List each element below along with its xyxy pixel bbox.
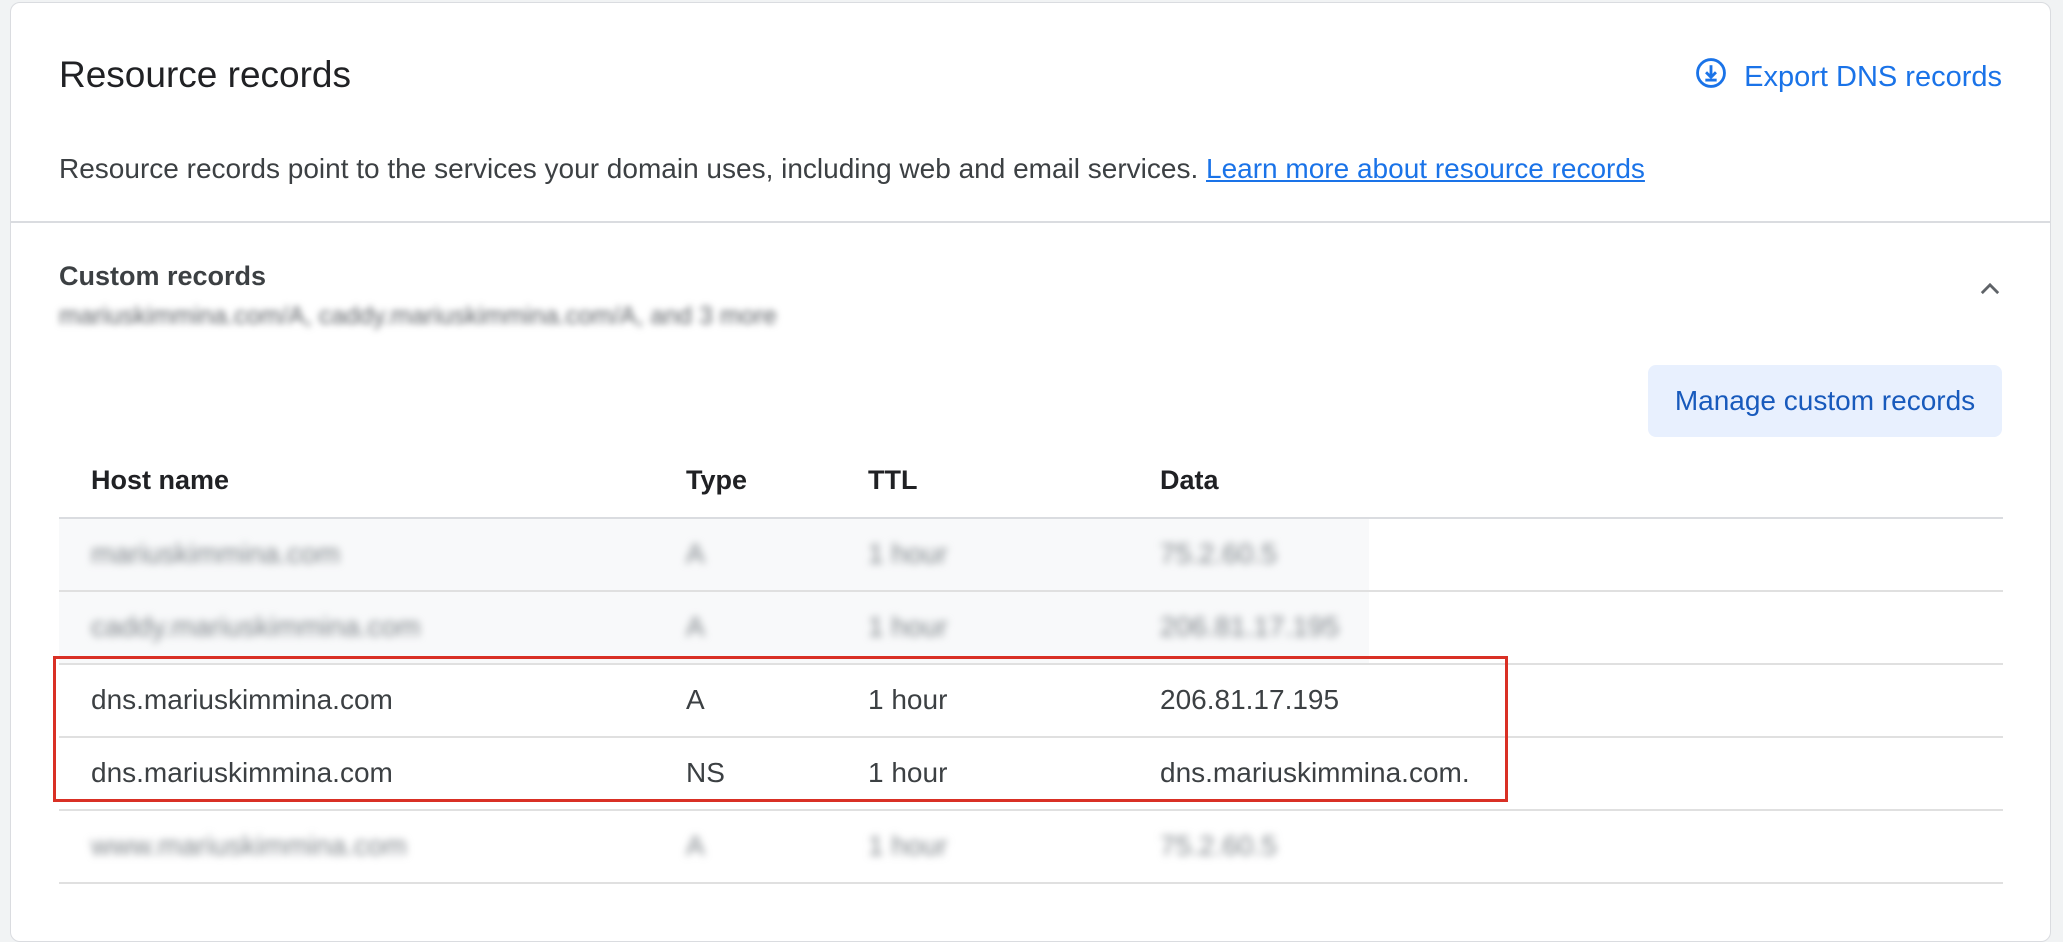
cell-data: 206.81.17.195 <box>1160 611 1340 642</box>
cell-host: dns.mariuskimmina.com <box>91 757 393 788</box>
table-header: Host name Type TTL Data <box>59 449 2003 519</box>
table-row: dns.mariuskimmina.com A 1 hour 206.81.17… <box>59 665 2003 738</box>
description: Resource records point to the services y… <box>59 151 1645 187</box>
column-host-name: Host name <box>91 465 230 495</box>
cell-type: A <box>686 611 705 642</box>
resource-records-card: Resource records Export DNS records Reso… <box>10 2 2051 942</box>
column-data: Data <box>1160 465 1219 495</box>
cell-host: mariuskimmina.com <box>91 538 340 569</box>
cell-ttl: 1 hour <box>868 611 948 642</box>
custom-records-title: Custom records <box>59 261 267 291</box>
column-type: Type <box>686 465 748 495</box>
download-circle-icon <box>1694 56 1728 98</box>
table-row: caddy.mariuskimmina.com A 1 hour 206.81.… <box>59 592 2003 665</box>
cell-host: www.mariuskimmina.com <box>91 830 407 861</box>
table-row: www.mariuskimmina.com A 1 hour 75.2.60.5 <box>59 811 2003 884</box>
table-row: dns.mariuskimmina.com NS 1 hour dns.mari… <box>59 738 2003 811</box>
collapse-button[interactable] <box>1970 271 2010 311</box>
cell-ttl: 1 hour <box>868 757 948 788</box>
cell-host: caddy.mariuskimmina.com <box>91 611 421 642</box>
cell-data: 75.2.60.5 <box>1160 830 1277 861</box>
cell-data: 206.81.17.195 <box>1160 684 1340 715</box>
export-dns-records-button[interactable]: Export DNS records <box>1694 55 2002 99</box>
cell-ttl: 1 hour <box>868 830 948 861</box>
cell-ttl: 1 hour <box>868 538 948 569</box>
learn-more-link[interactable]: Learn more about resource records <box>1206 153 1645 184</box>
column-ttl: TTL <box>868 465 918 495</box>
cell-type: A <box>686 684 705 715</box>
cell-type: A <box>686 538 705 569</box>
cell-type: A <box>686 830 705 861</box>
card-header: Resource records Export DNS records Reso… <box>11 3 2050 223</box>
page-title: Resource records <box>59 54 352 95</box>
description-text: Resource records point to the services y… <box>59 153 1199 184</box>
cell-data: dns.mariuskimmina.com. <box>1160 757 1470 788</box>
records-table: Host name Type TTL Data mariuskimmina.co… <box>59 449 2003 884</box>
export-label: Export DNS records <box>1744 60 2002 93</box>
cell-type: NS <box>686 757 725 788</box>
table-row: mariuskimmina.com A 1 hour 75.2.60.5 <box>59 519 2003 592</box>
manage-custom-records-button[interactable]: Manage custom records <box>1648 365 2002 437</box>
cell-host: dns.mariuskimmina.com <box>91 684 393 715</box>
cell-ttl: 1 hour <box>868 684 948 715</box>
chevron-up-icon <box>1976 275 2004 308</box>
cell-data: 75.2.60.5 <box>1160 538 1277 569</box>
custom-records-summary: mariuskimmina.com/A, caddy.mariuskimmina… <box>59 302 777 330</box>
